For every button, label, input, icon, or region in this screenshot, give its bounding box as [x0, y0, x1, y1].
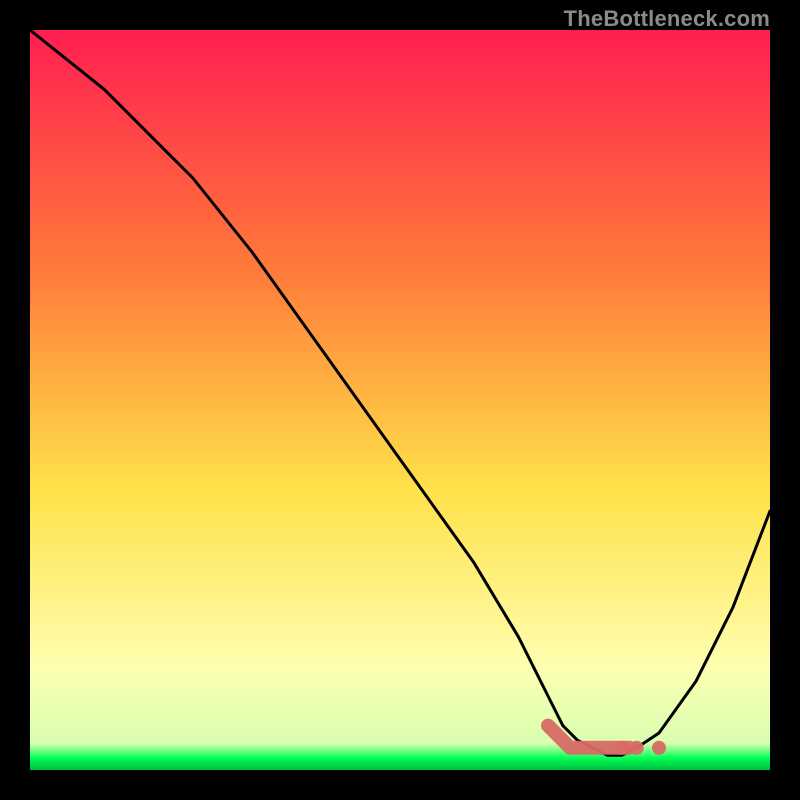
chart-plot-area — [30, 30, 770, 770]
watermark-label: TheBottleneck.com — [564, 6, 770, 32]
heatmap-gradient — [30, 30, 770, 770]
